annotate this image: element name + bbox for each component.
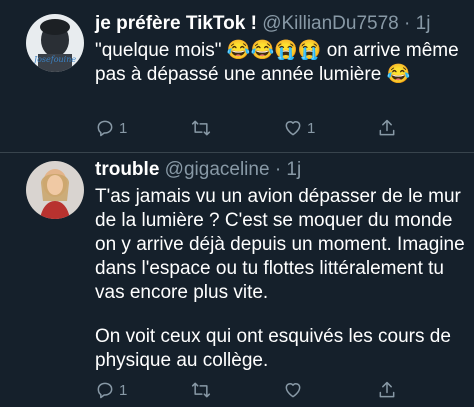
tweet-actions: 1	[95, 379, 467, 401]
separator-dot: ·	[404, 13, 411, 34]
reply-button[interactable]: 1	[95, 117, 127, 139]
share-icon	[379, 381, 395, 398]
share-icon	[379, 119, 395, 136]
reply-icon	[97, 382, 113, 399]
like-icon	[285, 121, 301, 136]
tweet-header: je préfère TikTok ! @KillianDu7578 · 1j	[95, 12, 430, 36]
reply-button[interactable]: 1	[95, 379, 127, 401]
tweet-paragraph: On voit ceux qui ont esquivés les cours …	[95, 326, 451, 371]
retweet-icon	[191, 120, 211, 136]
like-icon	[285, 383, 301, 398]
avatar-image	[26, 161, 84, 219]
tweet-text: "quelque mois" 😂😂😭😭 on arrive même pas à…	[95, 39, 467, 87]
tweet-paragraph: T'as jamais vu un avion dépasser de le m…	[95, 186, 465, 303]
tweet[interactable]: Josefouine je préfère TikTok ! @KillianD…	[0, 0, 474, 152]
handle[interactable]: @gigaceline	[165, 159, 270, 180]
display-name[interactable]: je préfère TikTok !	[95, 13, 257, 34]
separator-dot: ·	[274, 159, 282, 180]
tweet-text: T'as jamais vu un avion dépasser de le m…	[95, 185, 467, 373]
timestamp[interactable]: 1j	[286, 159, 301, 180]
tweet-paragraph: "quelque mois" 😂😂😭😭 on arrive même pas à…	[95, 40, 459, 85]
tweet-actions: 1 1	[95, 117, 467, 139]
timestamp[interactable]: 1j	[416, 13, 431, 34]
like-button[interactable]	[283, 379, 307, 401]
reply-icon	[97, 120, 113, 137]
tweet-header: trouble @gigaceline · 1j	[95, 158, 301, 182]
avatar[interactable]: Josefouine	[26, 14, 84, 72]
like-count: 1	[307, 119, 316, 137]
share-button[interactable]	[377, 379, 397, 401]
tweet[interactable]: trouble @gigaceline · 1j T'as jamais vu …	[0, 153, 474, 407]
avatar-caption: Josefouine	[33, 55, 77, 64]
share-button[interactable]	[377, 117, 397, 139]
retweet-icon	[191, 382, 211, 398]
retweet-button[interactable]	[190, 379, 216, 401]
reply-count: 1	[119, 119, 128, 137]
handle[interactable]: @KillianDu7578	[262, 13, 399, 34]
avatar[interactable]	[26, 161, 84, 219]
retweet-button[interactable]	[190, 117, 216, 139]
like-button[interactable]: 1	[283, 117, 315, 139]
reply-count: 1	[119, 381, 128, 399]
display-name[interactable]: trouble	[95, 159, 159, 180]
